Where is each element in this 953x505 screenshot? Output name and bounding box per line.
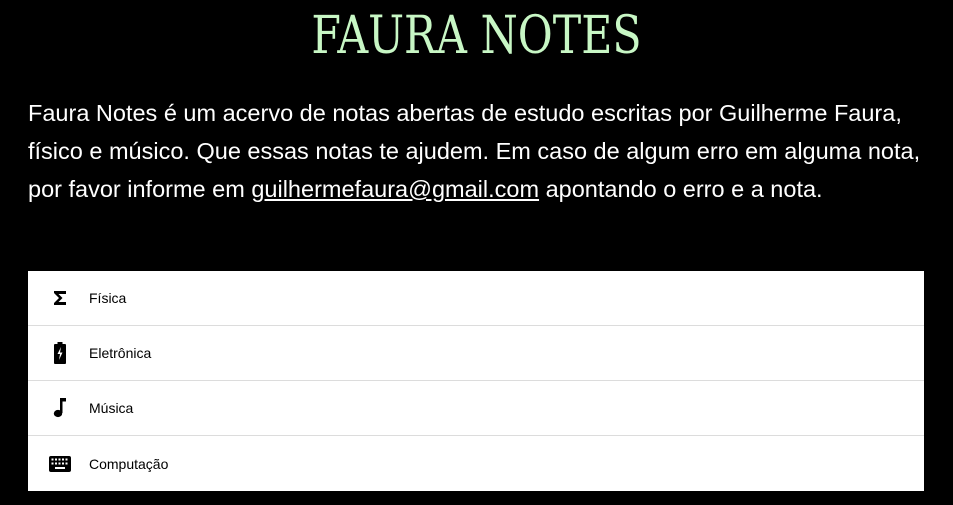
page: FAURA NOTES Faura Notes é um acervo de n… <box>0 0 953 505</box>
category-item-musica[interactable]: Música <box>28 381 924 436</box>
music-note-icon <box>48 396 72 420</box>
email-link[interactable]: guilhermefaura@gmail.com <box>251 176 539 202</box>
category-label: Física <box>89 290 127 306</box>
category-item-eletronica[interactable]: Eletrônica <box>28 326 924 381</box>
sigma-icon <box>48 286 72 310</box>
category-item-fisica[interactable]: Física <box>28 271 924 326</box>
battery-charging-icon <box>48 341 72 365</box>
category-label: Eletrônica <box>89 345 152 361</box>
category-item-computacao[interactable]: Computação <box>28 436 924 491</box>
category-label: Computação <box>89 455 169 472</box>
category-label: Música <box>89 400 134 416</box>
category-list: Física Eletrônica Música Computação <box>28 271 924 491</box>
intro-text-end: apontando o erro e a nota. <box>539 176 823 202</box>
intro-paragraph: Faura Notes é um acervo de notas abertas… <box>28 94 928 208</box>
keyboard-icon <box>48 452 72 476</box>
site-title: FAURA NOTES <box>311 6 642 66</box>
